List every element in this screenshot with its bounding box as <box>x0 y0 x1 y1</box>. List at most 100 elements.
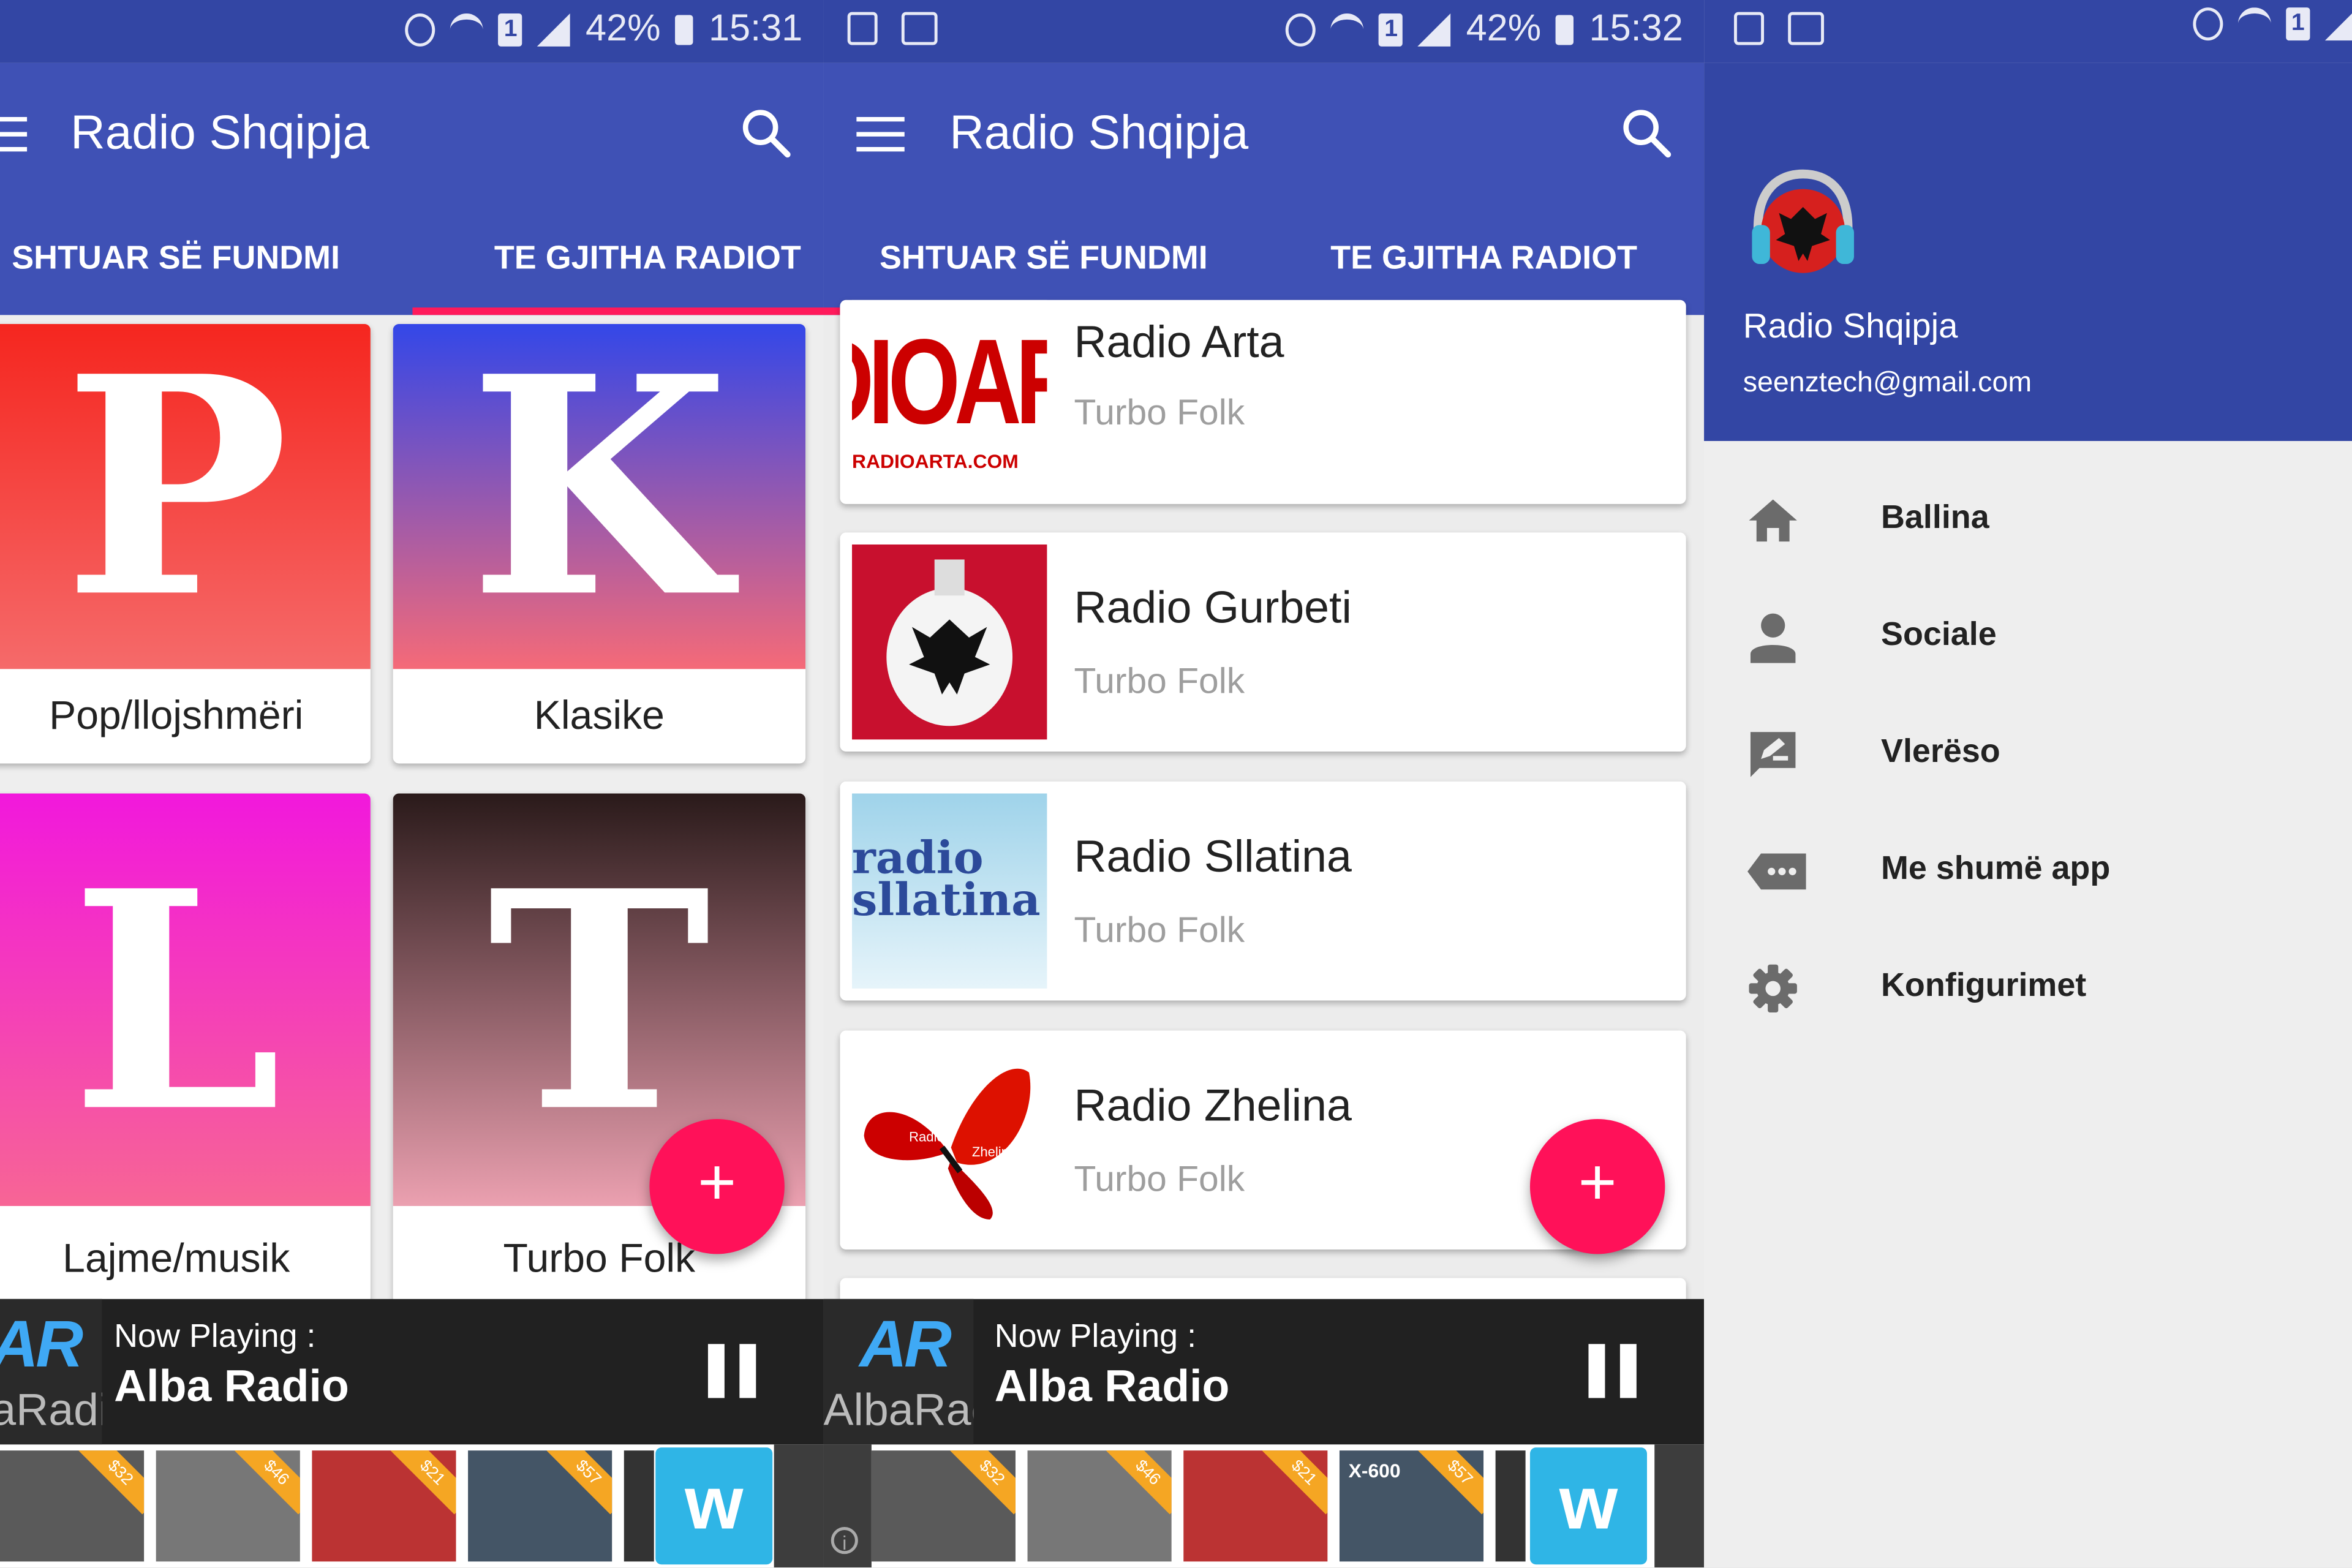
drawer-app-name: Radio Shqipja <box>1743 306 1958 345</box>
station-logo: radio sllatina <box>852 793 1047 989</box>
drawer-item-sociale[interactable]: Sociale <box>1704 579 2352 696</box>
wish-logo: w <box>655 1447 773 1565</box>
screen-recent: 1 42% 15:32 Radio Shqipja SHTUAR SË FUND… <box>823 0 1705 1568</box>
station-genre: Turbo Folk <box>1074 910 1245 951</box>
add-fab-button[interactable]: + <box>649 1118 785 1254</box>
menu-icon[interactable] <box>0 117 28 153</box>
wifi-icon <box>450 12 484 46</box>
screen-all-radios: 1 42% 15:31 Radio Shqipja SHTUAR SË FUND… <box>0 0 824 1568</box>
home-icon <box>1749 499 1797 542</box>
screen-nav-drawer: 1 Radio Shqipja seenztech@gmail.com Ball… <box>1704 0 2352 1568</box>
sim-icon: 1 <box>1379 12 1403 46</box>
signal-icon <box>537 12 571 46</box>
category-letter: P <box>63 323 289 665</box>
ad-banner[interactable]: $32 $46 $21 $57 w <box>0 1444 824 1568</box>
gallery-icon <box>1734 12 1765 45</box>
category-letter: T <box>488 826 711 1179</box>
station-name: Radio Sllatina <box>1074 832 1352 883</box>
wish-logo: w <box>1529 1447 1647 1565</box>
person-icon <box>1750 613 1796 663</box>
rate-review-icon <box>1750 732 1796 777</box>
sim-icon: 1 <box>2286 7 2310 41</box>
station-logo: DIOAR RADIOARTA.COM <box>852 300 1047 496</box>
station-name: Radio Arta <box>1074 318 1284 368</box>
alarm-icon <box>2193 7 2223 41</box>
signal-icon <box>1418 12 1452 46</box>
drawer-item-label: Sociale <box>1881 615 1997 653</box>
ad-product-image: $21 <box>312 1450 456 1562</box>
now-playing-label: Now Playing : <box>114 1317 316 1355</box>
ad-banner[interactable]: i $32 $46 $21 X-600 $57 w <box>823 1444 1705 1568</box>
tab-recent[interactable]: SHTUAR SË FUNDMI <box>0 221 412 315</box>
clock: 15:32 <box>1589 7 1683 50</box>
category-card[interactable]: L Lajme/musik <box>0 793 371 1304</box>
station-genre: Turbo Folk <box>1074 662 1245 703</box>
drawer-item-more-apps[interactable]: Me shumë app <box>1704 813 2352 930</box>
ad-info-area: i <box>823 1444 872 1568</box>
battery-icon <box>676 14 694 45</box>
mail-icon <box>901 12 938 45</box>
drawer-item-ballina[interactable]: Ballina <box>1704 462 2352 579</box>
drawer-email: seenztech@gmail.com <box>1743 368 2032 399</box>
mail-icon <box>1788 12 1824 45</box>
app-toolbar: Radio Shqipja SHTUAR SË FUNDMI TE GJITHA… <box>823 62 1705 315</box>
ad-product-image <box>1495 1450 1526 1562</box>
alarm-icon <box>1286 12 1316 46</box>
svg-text:Zhelina: Zhelina <box>972 1144 1017 1159</box>
now-playing-bar[interactable]: ARaRadi Now Playing : Alba Radio <box>0 1298 824 1445</box>
drawer-item-label: Konfigurimet <box>1881 966 2087 1004</box>
app-title: Radio Shqipja <box>70 105 370 159</box>
clock: 15:31 <box>708 7 803 50</box>
now-playing-bar[interactable]: ARAlbaRadi Now Playing : Alba Radio <box>823 1298 1705 1445</box>
sim-icon: 1 <box>499 12 523 46</box>
ad-edge <box>1654 1444 1705 1568</box>
drawer-item-vleresso[interactable]: Vlerëso <box>1704 696 2352 813</box>
wifi-icon <box>1331 12 1365 46</box>
station-card[interactable]: Radio Gurbeti Turbo Folk <box>840 532 1686 752</box>
status-bar: 1 <box>1704 0 2352 63</box>
now-playing-station: Alba Radio <box>994 1362 1230 1412</box>
search-icon[interactable] <box>1621 108 1672 159</box>
screenshot-collage: 1 42% 15:31 Radio Shqipja SHTUAR SË FUND… <box>0 0 2352 1568</box>
station-card[interactable]: radio sllatina Radio Sllatina Turbo Folk <box>840 781 1686 1001</box>
info-icon[interactable]: i <box>831 1527 858 1555</box>
battery-icon <box>1556 14 1575 45</box>
eagle-emblem-icon <box>886 559 1013 726</box>
category-label: Klasike <box>533 693 665 738</box>
station-name: Radio Gurbeti <box>1074 583 1352 633</box>
gallery-icon <box>847 12 878 45</box>
status-bar: 1 42% 15:32 <box>823 0 1705 63</box>
category-label: Lajme/musik <box>62 1235 290 1281</box>
ad-info-area <box>774 1444 824 1568</box>
app-avatar-icon <box>1752 169 1854 273</box>
butterfly-logo-icon: Radio Zhelina <box>864 1068 1031 1220</box>
app-title: Radio Shqipja <box>949 105 1249 159</box>
category-image: K <box>393 323 806 669</box>
search-icon[interactable] <box>741 108 792 159</box>
battery-percent: 42% <box>1466 7 1542 50</box>
now-playing-label: Now Playing : <box>994 1317 1197 1355</box>
tab-all-radios[interactable]: TE GJITHA RADIOT <box>412 221 824 315</box>
category-label: Pop/llojshmëri <box>49 693 304 738</box>
app-toolbar: Radio Shqipja SHTUAR SË FUNDMI TE GJITHA… <box>0 62 824 315</box>
category-card[interactable]: P Pop/llojshmëri <box>0 323 371 764</box>
svg-text:Radio: Radio <box>909 1129 944 1145</box>
drawer-item-konfigurimet[interactable]: Konfigurimet <box>1704 930 2352 1047</box>
add-fab-button[interactable]: + <box>1529 1118 1665 1254</box>
tab-bar: SHTUAR SË FUNDMI TE GJITHA RADIOT <box>0 221 824 315</box>
drawer-item-label: Ballina <box>1881 498 1989 536</box>
station-genre: Turbo Folk <box>1074 1159 1245 1200</box>
ad-product-image: $57 <box>468 1450 612 1562</box>
station-genre: Turbo Folk <box>1074 393 1245 434</box>
status-bar: 1 42% 15:31 <box>0 0 824 63</box>
pause-icon[interactable] <box>1588 1344 1637 1398</box>
pause-icon[interactable] <box>707 1344 756 1398</box>
station-card[interactable]: DIOAR RADIOARTA.COM Radio Arta Turbo Fol… <box>840 300 1686 504</box>
category-image: P <box>0 323 371 669</box>
category-letter: K <box>469 323 730 665</box>
ad-product-image: $46 <box>1027 1450 1172 1562</box>
menu-icon[interactable] <box>856 117 905 153</box>
ad-product-image: $21 <box>1183 1450 1328 1562</box>
ad-product-image: X-600 $57 <box>1339 1450 1484 1562</box>
category-card[interactable]: K Klasike <box>393 323 806 764</box>
